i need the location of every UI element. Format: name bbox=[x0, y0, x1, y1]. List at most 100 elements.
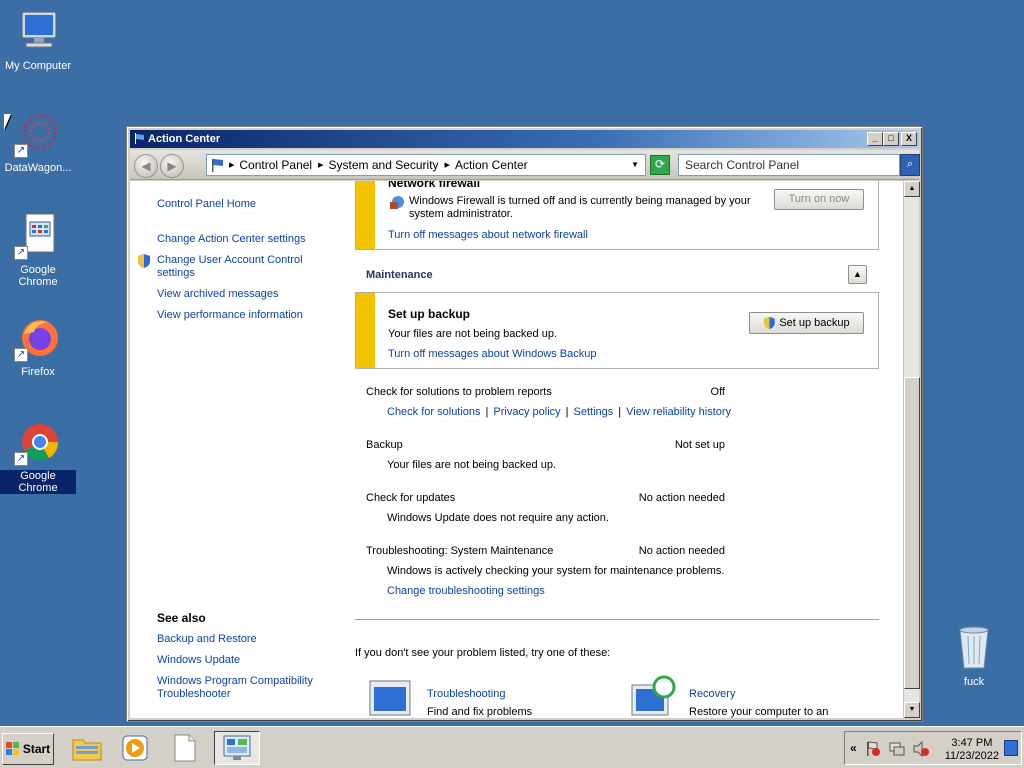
network-icon[interactable] bbox=[889, 741, 905, 757]
shortcut-arrow-icon: ↗ bbox=[14, 144, 28, 158]
search-input[interactable]: Search Control Panel bbox=[678, 154, 900, 176]
volume-muted-icon[interactable] bbox=[913, 741, 929, 757]
desktop-icon-google-chrome[interactable]: ↗ Google Chrome bbox=[0, 418, 76, 494]
taskbar-document[interactable] bbox=[164, 731, 206, 765]
desktop-icon-label: My Computer bbox=[4, 60, 72, 72]
maintenance-heading: Maintenance bbox=[366, 269, 433, 281]
change-action-center-settings-link[interactable]: Change Action Center settings bbox=[157, 233, 306, 246]
forward-button[interactable]: ▶ bbox=[160, 154, 184, 178]
desktop-icon-recycle-bin[interactable]: fuck bbox=[936, 624, 1012, 688]
window-controls: _ □ X bbox=[867, 132, 917, 146]
backup-alert-message: Your files are not being backed up. bbox=[388, 328, 557, 340]
recovery-icon[interactable] bbox=[630, 675, 678, 718]
windows-update-link[interactable]: Windows Update bbox=[157, 654, 240, 667]
turn-off-firewall-messages-link[interactable]: Turn off messages about network firewall bbox=[388, 229, 588, 241]
address-dropdown-icon[interactable]: ▼ bbox=[631, 160, 639, 169]
view-archived-messages-link[interactable]: View archived messages bbox=[157, 288, 278, 301]
collapse-maintenance-button[interactable]: ▲ bbox=[848, 265, 867, 284]
taskbar-media-player[interactable] bbox=[114, 731, 156, 765]
troubleshooting-link[interactable]: Troubleshooting bbox=[427, 688, 505, 700]
action-center-flag-icon bbox=[135, 133, 144, 144]
set-up-backup-button[interactable]: Set up backup bbox=[749, 312, 864, 334]
control-panel-flag-icon bbox=[212, 159, 223, 172]
firewall-icon bbox=[390, 196, 404, 209]
change-troubleshooting-settings-link[interactable]: Change troubleshooting settings bbox=[387, 585, 545, 597]
firewall-alert: Network firewall Windows Firewall is tur… bbox=[355, 181, 879, 250]
desktop-icon-document-app[interactable]: ↗ Google Chrome bbox=[0, 212, 76, 288]
windows-logo-icon bbox=[5, 742, 19, 755]
scroll-down-button[interactable]: ▼ bbox=[904, 702, 920, 718]
show-hidden-icons-button[interactable]: « bbox=[850, 741, 857, 755]
taskbar-file-explorer[interactable] bbox=[66, 731, 108, 765]
firefox-icon: ↗ bbox=[14, 314, 62, 362]
divider bbox=[355, 619, 879, 620]
desktop-icon-label: Google Chrome bbox=[0, 470, 76, 494]
problem-reports-status: Off bbox=[710, 386, 725, 398]
view-reliability-history-link[interactable]: View reliability history bbox=[626, 406, 731, 418]
window-title: Action Center bbox=[148, 133, 221, 145]
desktop-icon-firefox[interactable]: ↗ Firefox bbox=[0, 314, 76, 378]
backup-and-restore-link[interactable]: Backup and Restore bbox=[157, 633, 257, 646]
firewall-message: Windows Firewall is turned off and is cu… bbox=[409, 195, 751, 220]
document-app-icon: ↗ bbox=[14, 212, 62, 260]
refresh-button[interactable]: ⟳ bbox=[650, 155, 670, 175]
recovery-link[interactable]: Recovery bbox=[689, 688, 735, 700]
action-center-tray-icon[interactable] bbox=[865, 741, 881, 757]
breadcrumb-control-panel[interactable]: Control Panel bbox=[239, 158, 312, 172]
privacy-policy-link[interactable]: Privacy policy bbox=[493, 406, 560, 418]
link-separator: | bbox=[485, 406, 489, 418]
desktop-icon-label: Google Chrome bbox=[18, 264, 58, 288]
uac-shield-icon bbox=[138, 254, 150, 268]
breadcrumb-separator-icon[interactable]: ▶ bbox=[445, 161, 450, 169]
title-bar[interactable]: Action Center _ □ X bbox=[130, 130, 919, 148]
problem-reports-links: Check for solutions | Privacy policy | S… bbox=[387, 406, 731, 418]
troubleshooting-status: No action needed bbox=[638, 545, 725, 557]
minimize-button[interactable]: _ bbox=[867, 132, 883, 146]
scroll-thumb[interactable] bbox=[904, 377, 920, 689]
link-separator: | bbox=[618, 406, 622, 418]
program-compatibility-link[interactable]: Windows Program Compatibility Troublesho… bbox=[157, 675, 317, 701]
start-button[interactable]: Start bbox=[2, 733, 54, 765]
taskbar-control-panel[interactable] bbox=[214, 731, 260, 765]
desktop-icon-my-computer[interactable]: My Computer bbox=[0, 8, 76, 72]
taskbar: Start « 3:47 PM 11/23/2022 bbox=[0, 726, 1024, 768]
breadcrumb-separator-icon[interactable]: ▶ bbox=[229, 161, 234, 169]
desktop-icon-datawagon[interactable]: ↗ DataWagon... bbox=[0, 110, 76, 174]
breadcrumb-separator-icon[interactable]: ▶ bbox=[318, 161, 323, 169]
breadcrumb-action-center[interactable]: Action Center bbox=[455, 158, 528, 172]
vertical-scrollbar[interactable]: ▲ ▼ bbox=[903, 181, 920, 718]
view-performance-information-link[interactable]: View performance information bbox=[157, 309, 303, 322]
search-icon[interactable]: ⌕ bbox=[900, 154, 920, 176]
show-desktop-button[interactable] bbox=[1004, 740, 1018, 756]
scroll-up-button[interactable]: ▲ bbox=[904, 181, 920, 197]
maximize-button[interactable]: □ bbox=[883, 132, 899, 146]
turn-on-now-button[interactable]: Turn on now bbox=[774, 189, 864, 210]
turn-off-backup-messages-link[interactable]: Turn off messages about Windows Backup bbox=[388, 348, 597, 360]
back-button[interactable]: ◀ bbox=[134, 154, 158, 178]
recycle-bin-icon bbox=[950, 624, 998, 672]
control-panel-home-link[interactable]: Control Panel Home bbox=[157, 198, 256, 211]
check-for-solutions-link[interactable]: Check for solutions bbox=[387, 406, 481, 418]
navigation-bar: ◀ ▶ ▶ Control Panel ▶ System and Securit… bbox=[130, 150, 920, 180]
address-bar[interactable]: ▶ Control Panel ▶ System and Security ▶ … bbox=[206, 154, 646, 176]
desktop-icon-label: fuck bbox=[963, 676, 985, 688]
check-for-updates-label: Check for updates bbox=[366, 492, 456, 504]
folder-icon bbox=[72, 739, 102, 761]
shortcut-arrow-icon: ↗ bbox=[14, 348, 28, 362]
troubleshooting-icon[interactable] bbox=[368, 679, 416, 718]
settings-link[interactable]: Settings bbox=[574, 406, 614, 418]
close-button[interactable]: X bbox=[901, 132, 917, 146]
datawagon-icon: ↗ bbox=[14, 110, 62, 158]
backup-alert: Set up backup Your files are not being b… bbox=[355, 292, 879, 369]
breadcrumb-system-security[interactable]: System and Security bbox=[329, 158, 439, 172]
change-uac-settings-link[interactable]: Change User Account Control settings bbox=[157, 254, 317, 280]
control-panel-icon bbox=[223, 735, 251, 760]
shortcut-arrow-icon: ↗ bbox=[14, 452, 28, 466]
mouse-cursor-icon bbox=[4, 114, 11, 130]
uac-shield-icon bbox=[764, 316, 776, 330]
backup-label: Backup bbox=[366, 439, 403, 451]
link-separator: | bbox=[565, 406, 569, 418]
recovery-desc: Restore your computer to an bbox=[689, 706, 829, 718]
backup-detail: Your files are not being backed up. bbox=[387, 459, 556, 471]
clock[interactable]: 3:47 PM 11/23/2022 bbox=[945, 737, 999, 763]
